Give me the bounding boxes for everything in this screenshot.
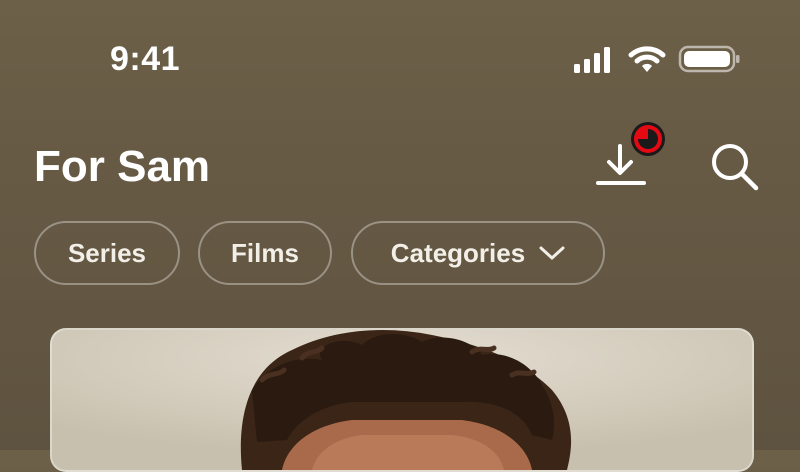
films-chip[interactable]: Films [198,221,332,285]
films-chip-label: Films [231,237,299,268]
featured-artwork [52,330,752,470]
download-icon [596,122,665,185]
page-title: For Sam [34,142,211,191]
header: For Sam [0,120,800,210]
search-button[interactable] [706,138,762,194]
wifi-icon [628,46,666,72]
battery-icon [678,45,740,73]
download-button[interactable] [594,120,674,190]
status-time: 9:41 [110,40,181,78]
status-bar: 9:41 [0,0,800,120]
featured-title-card[interactable] [50,328,754,472]
cellular-signal-icon [574,47,610,73]
search-icon [712,144,759,191]
categories-chip-label: Categories [390,237,526,268]
series-chip-label: Series [67,237,147,268]
series-chip[interactable]: Series [34,221,180,285]
categories-dropdown[interactable]: Categories [351,221,605,285]
chevron-down-icon [539,246,565,260]
